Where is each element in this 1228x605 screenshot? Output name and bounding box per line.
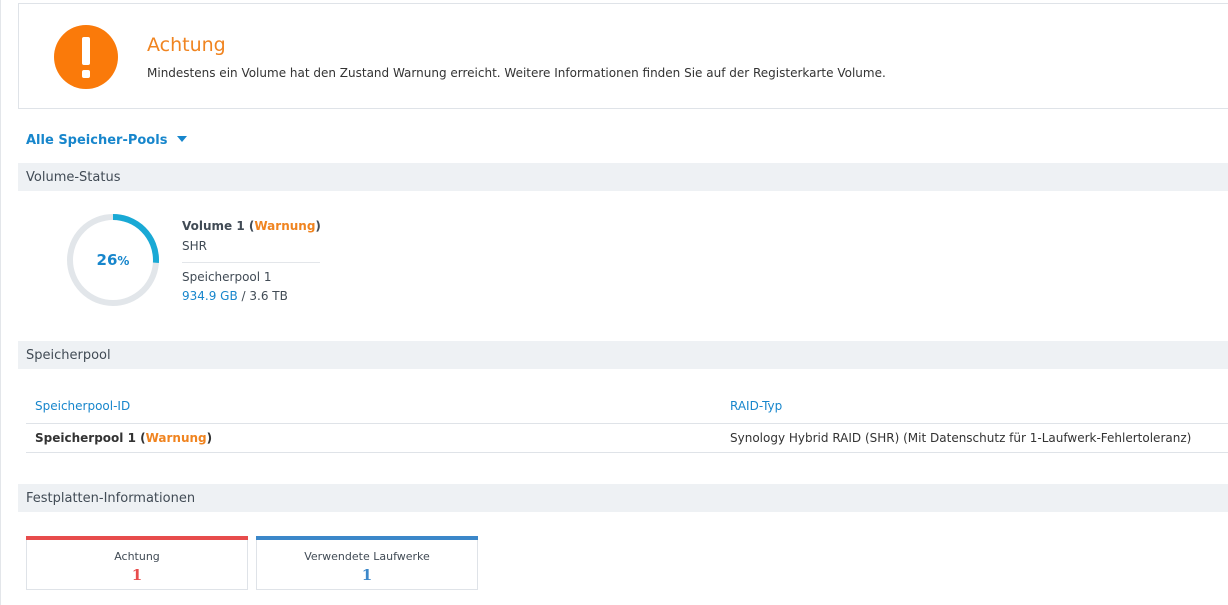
alert-message: Mindestens ein Volume hat den Zustand Wa… <box>147 66 886 80</box>
column-header-raid-type[interactable]: RAID-Typ <box>730 399 782 413</box>
disk-card-used-drives[interactable]: Verwendete Laufwerke 1 <box>256 536 478 590</box>
table-row-divider <box>26 452 1228 453</box>
panel-left-border <box>0 0 1 605</box>
section-title: Volume-Status <box>26 170 121 185</box>
section-header-disk-info: Festplatten-Informationen <box>18 484 1228 512</box>
volume-total: 3.6 TB <box>249 289 288 303</box>
table-header-divider <box>26 423 1228 424</box>
card-label: Achtung <box>114 550 160 563</box>
volume-pool: Speicherpool 1 <box>182 270 272 284</box>
storage-pool-selector[interactable]: Alle Speicher-Pools <box>26 133 188 148</box>
pool-status-warning: Warnung <box>145 431 207 445</box>
volume-capacity: 934.9 GB / 3.6 TB <box>182 289 288 303</box>
column-header-pool-id[interactable]: Speicherpool-ID <box>35 399 130 413</box>
section-title: Speicherpool <box>26 348 111 363</box>
caret-down-icon <box>177 135 188 142</box>
usage-percent: 26% <box>96 251 130 269</box>
table-row-pool-name[interactable]: Speicherpool 1 (Warnung) <box>35 431 212 445</box>
card-value: 1 <box>131 566 143 584</box>
volume-name[interactable]: Volume 1 (Warnung) <box>182 219 321 233</box>
table-row-raid-type: Synology Hybrid RAID (SHR) (Mit Datensch… <box>730 431 1192 445</box>
exclamation-icon <box>54 25 118 89</box>
volume-status-warning: Warnung <box>254 219 316 233</box>
pool-selector-label: Alle Speicher-Pools <box>26 133 168 148</box>
card-color-bar <box>256 536 478 540</box>
divider <box>182 262 320 263</box>
card-value: 1 <box>361 566 373 584</box>
card-color-bar <box>26 536 248 540</box>
card-label: Verwendete Laufwerke <box>304 550 430 563</box>
section-title: Festplatten-Informationen <box>26 491 196 506</box>
alert-banner: Achtung Mindestens ein Volume hat den Zu… <box>18 3 1228 109</box>
volume-used: 934.9 GB <box>182 289 238 303</box>
volume-type: SHR <box>182 239 207 253</box>
alert-title: Achtung <box>147 34 226 56</box>
section-header-storage-pool: Speicherpool <box>18 341 1228 369</box>
section-header-volume-status: Volume-Status <box>18 163 1228 191</box>
disk-card-warning[interactable]: Achtung 1 <box>26 536 248 590</box>
